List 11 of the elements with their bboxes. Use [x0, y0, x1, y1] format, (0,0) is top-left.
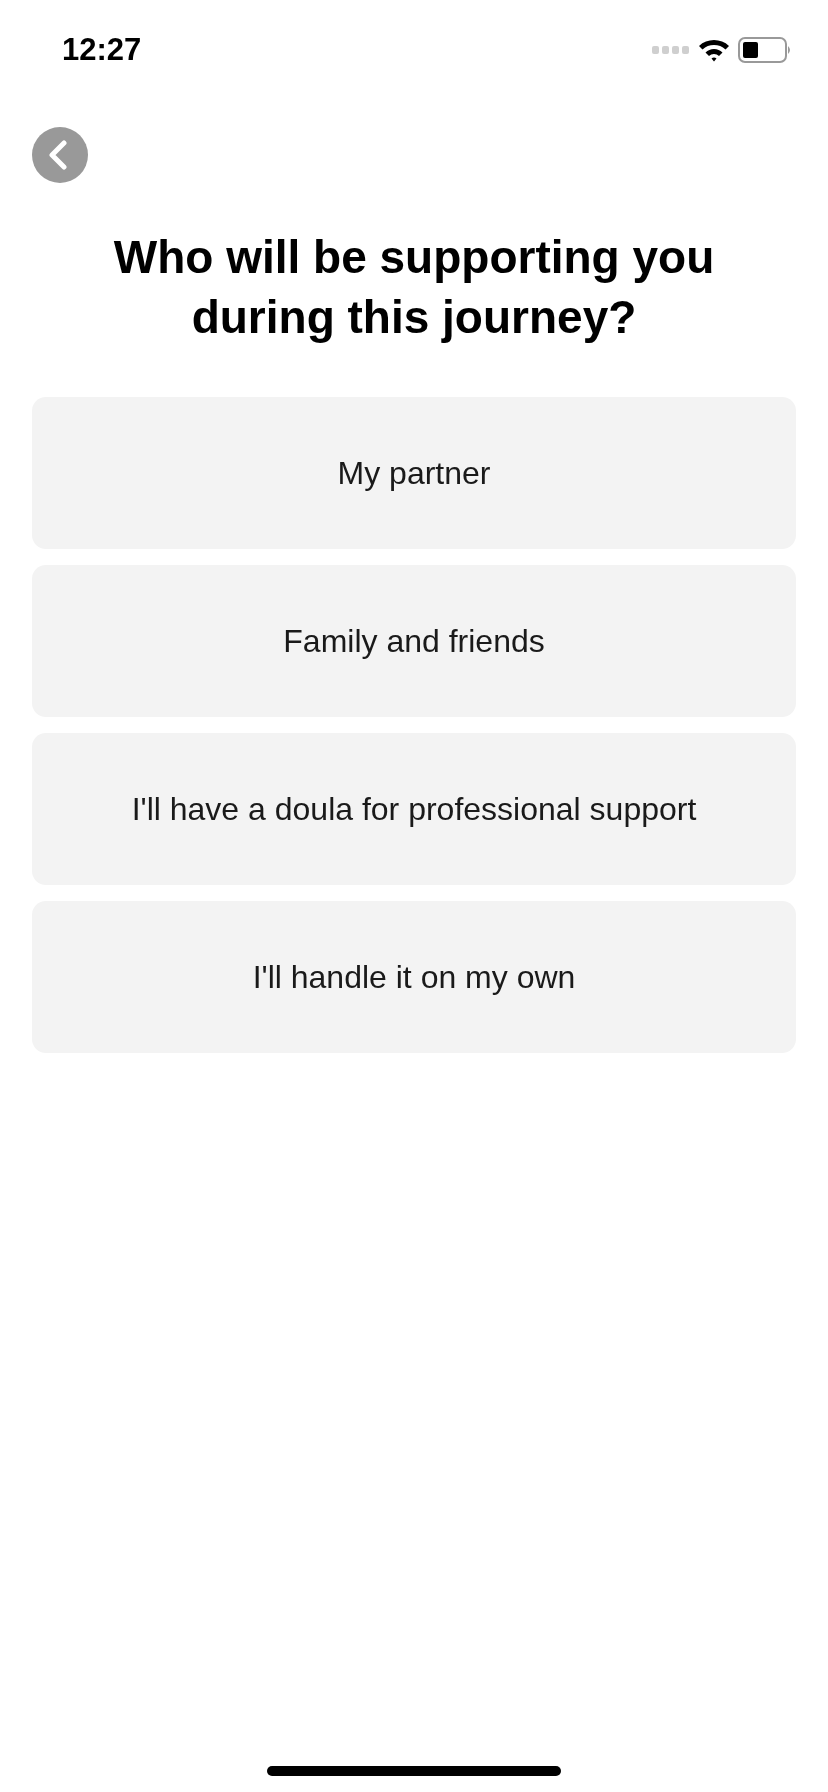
- answer-option[interactable]: I'll have a doula for professional support: [32, 733, 796, 885]
- question-title: Who will be supporting you during this journey?: [112, 230, 716, 345]
- battery-icon: [738, 37, 792, 63]
- signal-icon: [652, 45, 690, 55]
- answer-option[interactable]: My partner: [32, 397, 796, 549]
- back-button[interactable]: [32, 127, 88, 183]
- answer-option[interactable]: Family and friends: [32, 565, 796, 717]
- answer-option[interactable]: I'll handle it on my own: [32, 901, 796, 1053]
- wifi-icon: [698, 38, 730, 62]
- status-time: 12:27: [62, 32, 142, 68]
- chevron-left-icon: [46, 140, 70, 170]
